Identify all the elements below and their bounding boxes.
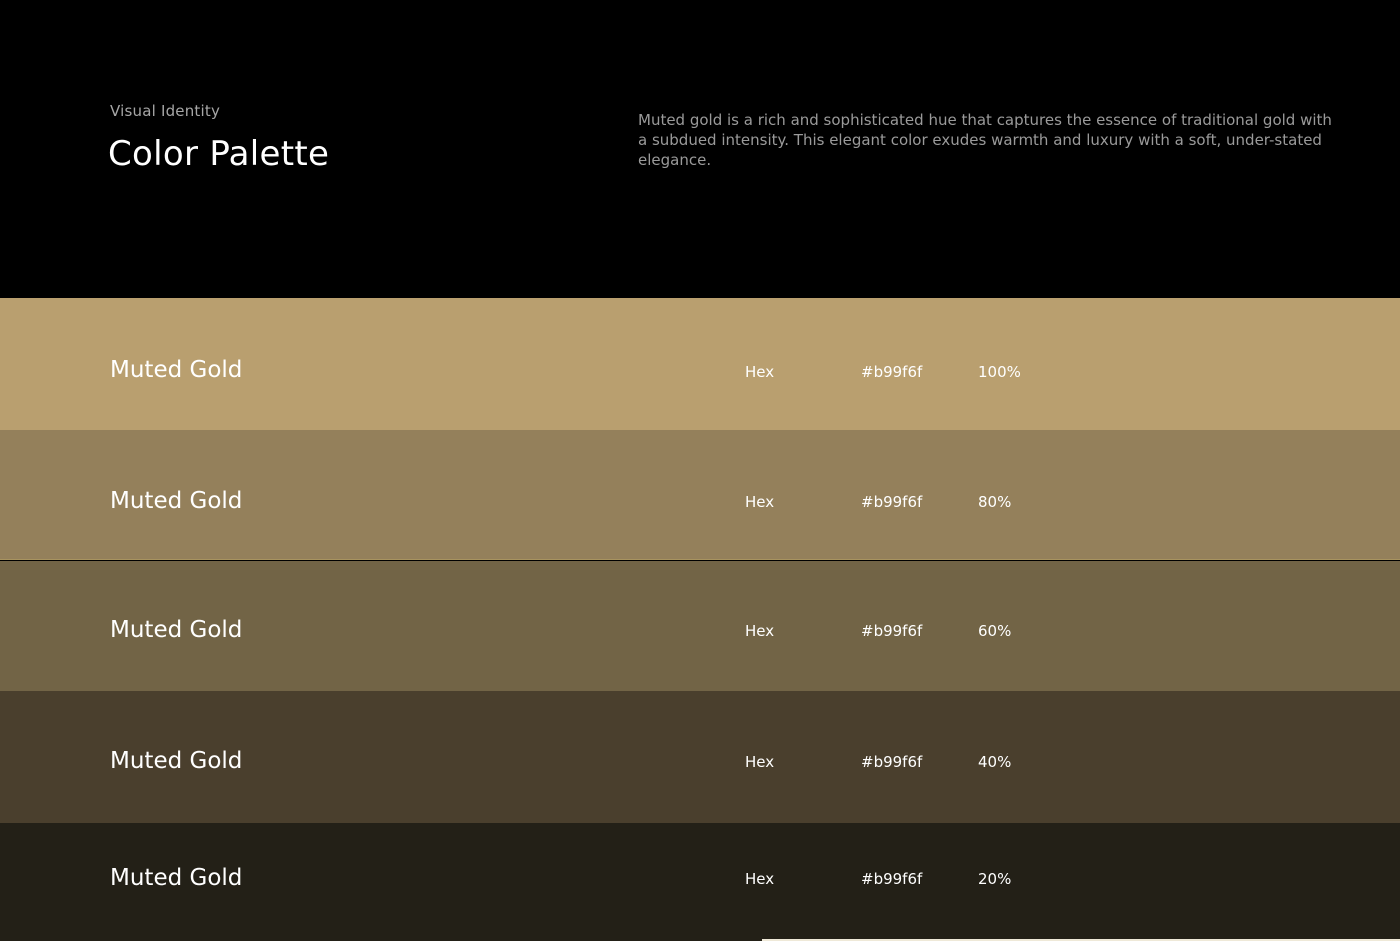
swatch-row-20: Muted Gold Hex #b99f6f 20% [0, 823, 1400, 941]
swatch-opacity: 60% [978, 622, 1012, 640]
swatch-hex-value: #b99f6f [861, 753, 923, 771]
palette-description: Muted gold is a rich and sophisticated h… [638, 111, 1332, 169]
swatch-name: Muted Gold [110, 748, 243, 774]
swatch-row-40: Muted Gold Hex #b99f6f 40% [0, 691, 1400, 823]
swatch-opacity: 40% [978, 753, 1012, 771]
swatch-row-100: Muted Gold Hex #b99f6f 100% [0, 298, 1400, 430]
swatch-opacity: 100% [978, 363, 1021, 381]
swatch-hex-label: Hex [745, 363, 775, 381]
color-palette-page: Visual Identity Color Palette Muted gold… [0, 0, 1400, 941]
swatch-hex-label: Hex [745, 493, 775, 511]
swatch-row-80: Muted Gold Hex #b99f6f 80% [0, 430, 1400, 560]
swatch-name: Muted Gold [110, 865, 243, 891]
swatch-hex-label: Hex [745, 753, 775, 771]
swatch-hex-value: #b99f6f [861, 622, 923, 640]
swatch-opacity: 20% [978, 870, 1012, 888]
swatch-name: Muted Gold [110, 357, 243, 383]
swatch-hex-label: Hex [745, 622, 775, 640]
swatch-name: Muted Gold [110, 617, 243, 643]
swatch-row-60: Muted Gold Hex #b99f6f 60% [0, 561, 1400, 691]
swatch-opacity: 80% [978, 493, 1012, 511]
swatch-name: Muted Gold [110, 488, 243, 514]
swatch-hex-value: #b99f6f [861, 363, 923, 381]
header-section: Visual Identity Color Palette Muted gold… [0, 0, 1400, 298]
swatch-hex-value: #b99f6f [861, 870, 923, 888]
swatch-hex-value: #b99f6f [861, 493, 923, 511]
swatch-hex-label: Hex [745, 870, 775, 888]
section-eyebrow: Visual Identity [110, 102, 221, 120]
page-title: Color Palette [108, 134, 330, 174]
